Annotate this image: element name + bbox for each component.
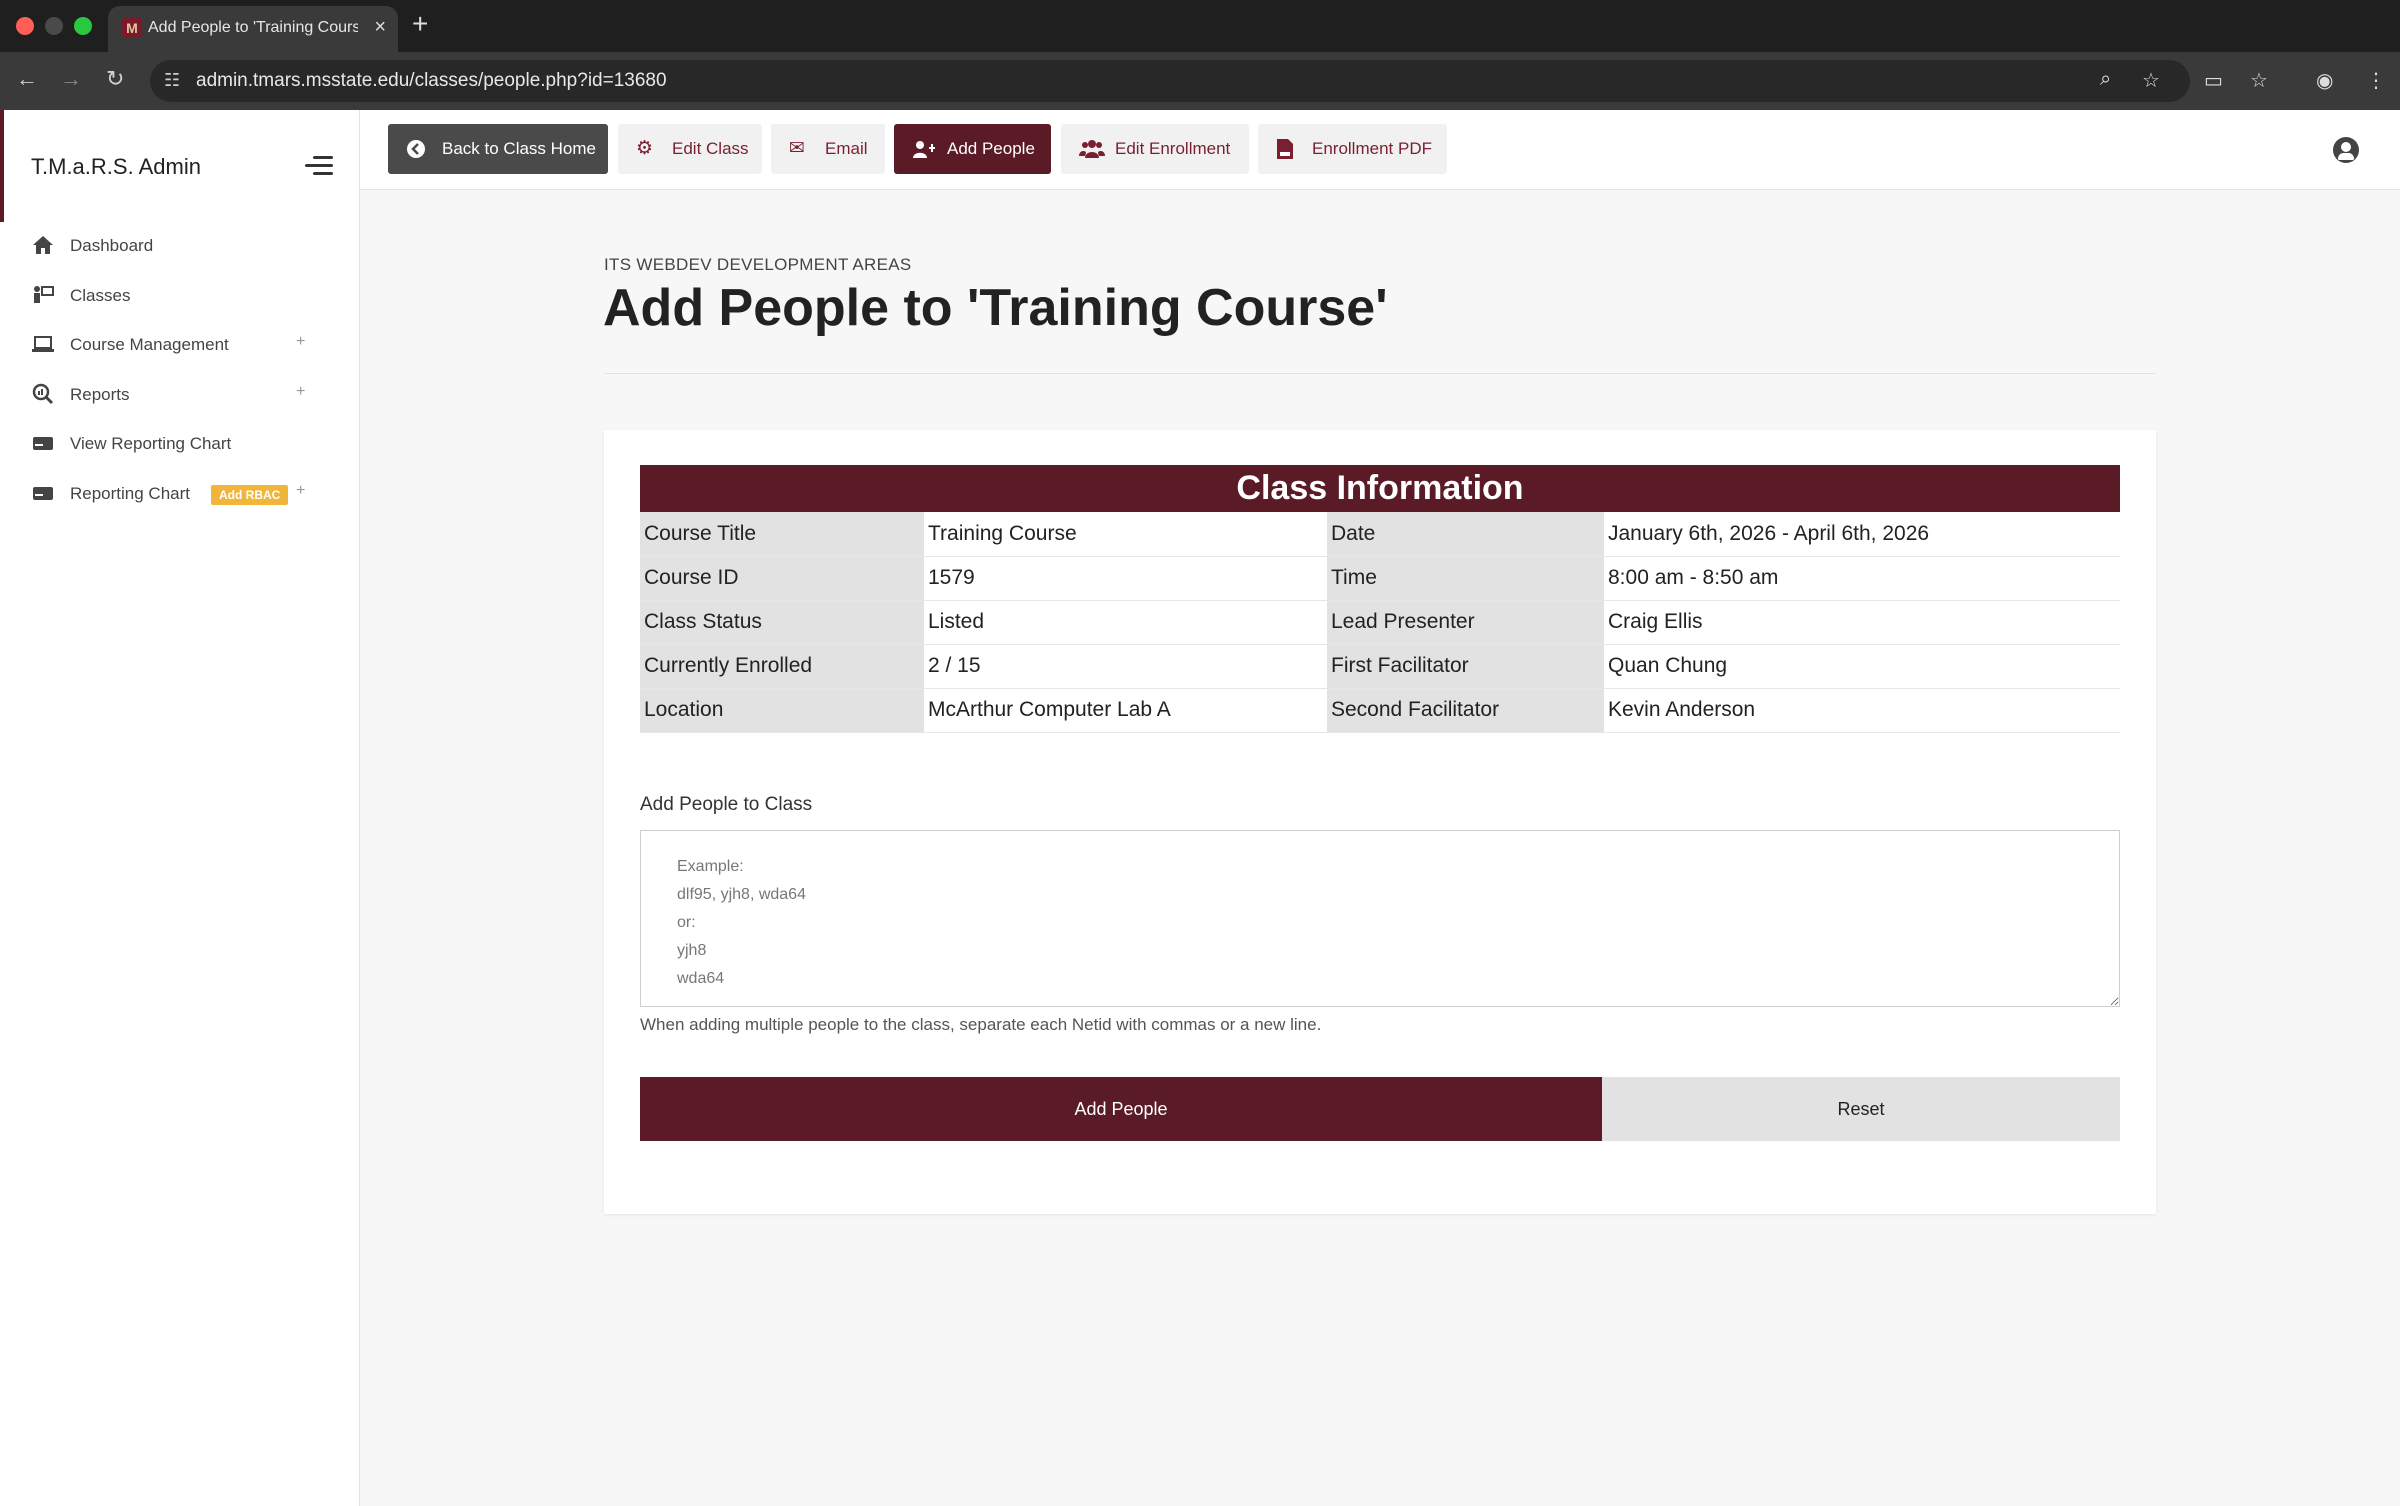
expand-plus-icon[interactable]: +	[296, 333, 305, 351]
field-value: January 6th, 2026 - April 6th, 2026	[1604, 512, 2120, 557]
reload-icon[interactable]: ↻	[106, 66, 124, 92]
sidebar-item-reporting-chart[interactable]: Reporting Chart Add RBAC +	[0, 474, 360, 514]
edit-enrollment-button[interactable]: Edit Enrollment	[1061, 124, 1249, 174]
sidebar-item-course-management[interactable]: Course Management +	[0, 325, 360, 365]
expand-plus-icon[interactable]: +	[296, 383, 305, 401]
add-people-card: Class Information Course Title Training …	[604, 430, 2156, 1214]
brand-title[interactable]: T.M.a.R.S. Admin	[31, 154, 201, 180]
sidebar-item-label: Reports	[70, 385, 130, 404]
expand-plus-icon[interactable]: +	[296, 482, 305, 500]
field-key: Course Title	[640, 512, 924, 557]
forward-arrow-icon[interactable]: →	[60, 66, 82, 92]
tab-title: Add People to 'Training Course'	[148, 19, 358, 36]
field-value: McArthur Computer Lab A	[924, 688, 1327, 733]
card-icon	[33, 437, 53, 450]
menu-kebab-icon[interactable]: ⋮	[2366, 68, 2386, 93]
table-row: Course Title Training Course Date Januar…	[640, 512, 2120, 557]
minimize-window-button[interactable]	[45, 17, 63, 35]
edit-class-button[interactable]: ⚙ Edit Class	[618, 124, 762, 174]
sidebar-item-view-reporting-chart[interactable]: View Reporting Chart	[0, 424, 360, 464]
cast-icon[interactable]: ▭	[2204, 68, 2223, 93]
presenter-icon	[34, 286, 54, 303]
omnibox[interactable]: ☷ admin.tmars.msstate.edu/classes/people…	[150, 60, 2190, 102]
url-text[interactable]: admin.tmars.msstate.edu/classes/people.p…	[196, 70, 667, 92]
back-arrow-icon[interactable]: ←	[16, 66, 38, 92]
page-title: Add People to 'Training Course'	[603, 279, 1388, 337]
sidebar-item-label: Dashboard	[70, 236, 154, 255]
enrollment-pdf-button[interactable]: Enrollment PDF	[1258, 124, 1447, 174]
field-key: Currently Enrolled	[640, 644, 924, 689]
class-information-heading: Class Information	[640, 465, 2120, 512]
card-icon	[33, 487, 53, 500]
laptop-icon	[32, 336, 54, 352]
add-people-label: Add People to Class	[640, 794, 813, 815]
field-key: Date	[1327, 512, 1604, 557]
field-value: 1579	[924, 556, 1327, 601]
field-value: Craig Ellis	[1604, 600, 2120, 645]
email-button[interactable]: ✉ Email	[771, 124, 885, 174]
address-bar-row: ← → ↻ ☷ admin.tmars.msstate.edu/classes/…	[0, 52, 2400, 110]
table-row: Currently Enrolled 2 / 15 First Facilita…	[640, 644, 2120, 689]
field-value: 2 / 15	[924, 644, 1327, 689]
site-settings-icon[interactable]: ☷	[164, 70, 180, 91]
back-to-class-home-button[interactable]: Back to Class Home	[388, 124, 608, 174]
sidebar-item-label: Classes	[70, 286, 131, 305]
table-row: Course ID 1579 Time 8:00 am - 8:50 am	[640, 556, 2120, 601]
sidebar-item-label: Reporting Chart	[70, 484, 191, 503]
close-window-button[interactable]	[16, 17, 34, 35]
field-value: Training Course	[924, 512, 1327, 557]
new-tab-button[interactable]: +	[412, 8, 428, 40]
field-key: Lead Presenter	[1327, 600, 1604, 645]
help-text: When adding multiple people to the class…	[640, 1015, 1322, 1034]
profile-icon[interactable]: ◉	[2316, 68, 2333, 93]
sidebar-item-label: Course Management	[70, 335, 229, 354]
field-value: Kevin Anderson	[1604, 688, 2120, 733]
field-key: First Facilitator	[1327, 644, 1604, 689]
sidebar-item-reports[interactable]: Reports +	[0, 375, 360, 415]
field-key: Course ID	[640, 556, 924, 601]
users-icon	[1079, 140, 1105, 158]
table-row: Location McArthur Computer Lab A Second …	[640, 688, 2120, 733]
browser-tab-bar: M Add People to 'Training Course' × +	[0, 0, 2400, 52]
reset-button[interactable]: Reset	[1602, 1077, 2120, 1141]
user-account-icon[interactable]	[2333, 137, 2359, 163]
netid-textarea[interactable]	[640, 830, 2120, 1007]
add-rbac-badge: Add RBAC	[211, 485, 289, 505]
sidebar: T.M.a.R.S. Admin Dashboard Classes Cours…	[0, 110, 360, 1506]
field-value: Quan Chung	[1604, 644, 2120, 689]
pdf-file-icon	[1277, 139, 1293, 159]
field-key: Time	[1327, 556, 1604, 601]
gear-icon: ⚙	[636, 138, 654, 159]
class-information-table: Course Title Training Course Date Januar…	[640, 512, 2120, 733]
sidebar-item-label: View Reporting Chart	[70, 434, 232, 453]
field-value: 8:00 am - 8:50 am	[1604, 556, 2120, 601]
search-chart-icon	[32, 383, 54, 405]
bookmark-star-icon[interactable]: ☆	[2142, 68, 2160, 93]
menu-toggle-icon[interactable]	[305, 156, 333, 180]
envelope-icon: ✉	[789, 138, 805, 159]
field-key: Class Status	[640, 600, 924, 645]
browser-tab[interactable]: M Add People to 'Training Course' ×	[108, 6, 398, 52]
add-people-submit-button[interactable]: Add People	[640, 1077, 1602, 1141]
user-plus-icon	[913, 141, 935, 158]
add-people-button[interactable]: Add People	[894, 124, 1051, 174]
breadcrumb-area: ITS WEBDEV DEVELOPMENT AREAS	[604, 255, 912, 274]
home-icon	[33, 236, 53, 254]
msstate-favicon: M	[122, 18, 142, 38]
bookmarks-icon[interactable]: ☆	[2250, 68, 2268, 93]
zoom-icon[interactable]: ⌕	[2100, 68, 2111, 91]
brand-accent-bar	[0, 110, 4, 222]
field-key: Location	[640, 688, 924, 733]
divider	[604, 373, 2156, 374]
class-toolbar: Back to Class Home ⚙ Edit Class ✉ Email …	[360, 110, 2400, 190]
sidebar-item-dashboard[interactable]: Dashboard	[0, 226, 360, 266]
sidebar-item-classes[interactable]: Classes	[0, 276, 360, 316]
field-key: Second Facilitator	[1327, 688, 1604, 733]
maximize-window-button[interactable]	[74, 17, 92, 35]
table-row: Class Status Listed Lead Presenter Craig…	[640, 600, 2120, 645]
chevron-left-circle-icon	[407, 140, 425, 158]
close-tab-icon[interactable]: ×	[374, 16, 386, 39]
field-value: Listed	[924, 600, 1327, 645]
